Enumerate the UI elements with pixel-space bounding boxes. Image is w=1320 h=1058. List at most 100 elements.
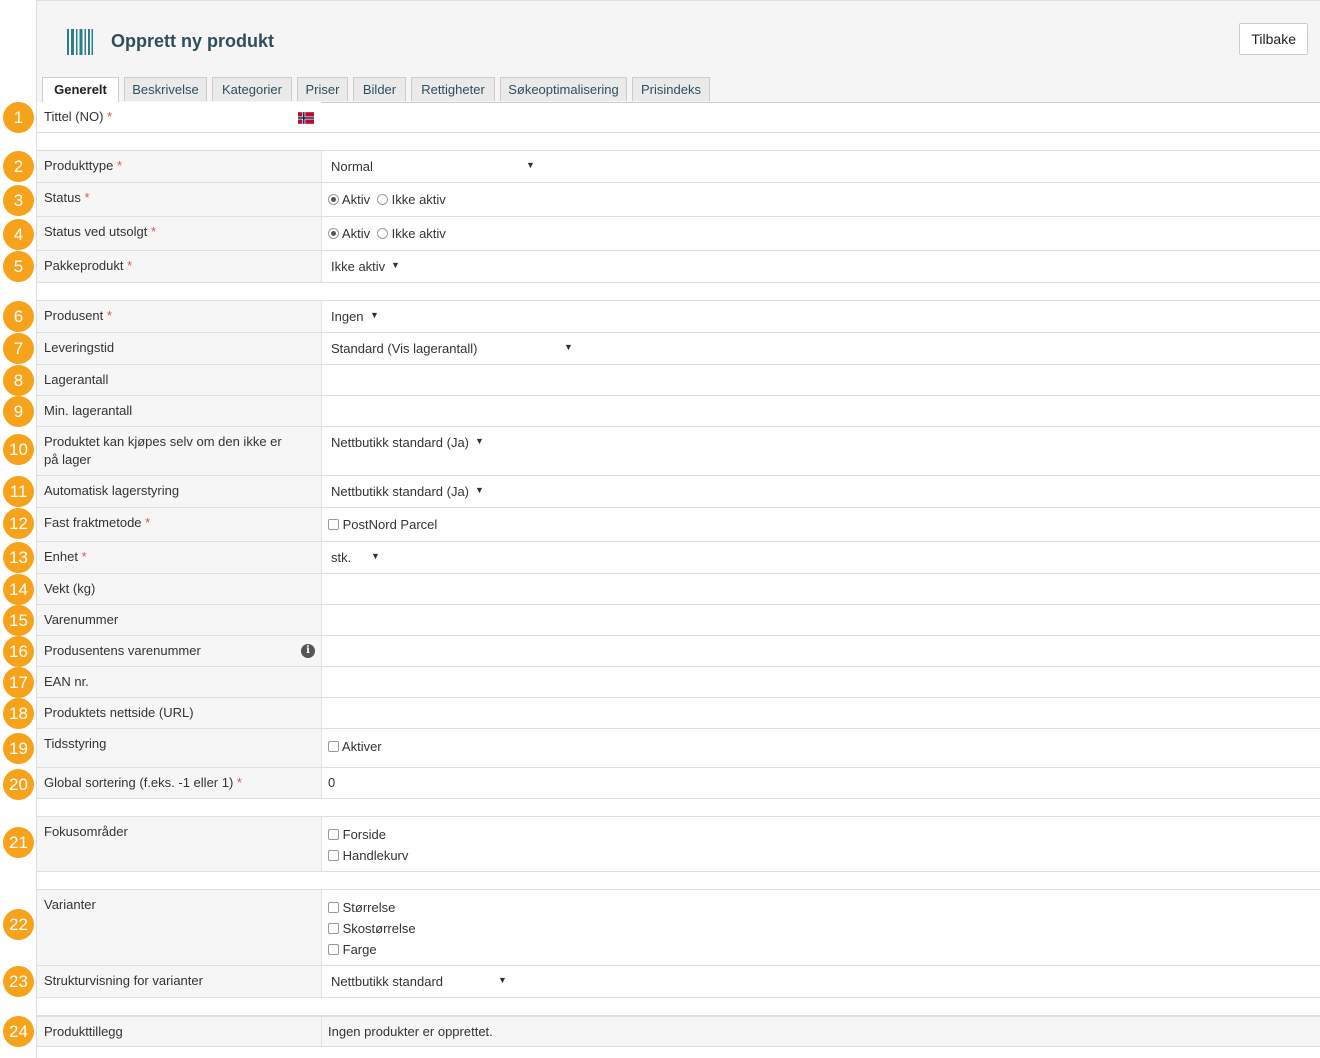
row-fokus: Fokusområder Forside Handlekurv [37, 817, 1320, 872]
row-strukturvisning: Strukturvisning for varianter Nettbutikk… [37, 966, 1320, 998]
pakkeprodukt-select[interactable]: Ikke aktiv ▼ [328, 251, 1320, 282]
leveringstid-value: Standard (Vis lagerantall) [331, 341, 478, 356]
handlekurv-checkbox[interactable]: Handlekurv [328, 848, 408, 863]
norway-flag-icon [298, 112, 314, 124]
tab-beskrivelse[interactable]: Beskrivelse [124, 77, 207, 101]
tab-sokeoptimalisering[interactable]: Søkeoptimalisering [500, 77, 627, 101]
row-tidsstyring: Tidsstyring Aktiver [37, 729, 1320, 768]
sortering-input[interactable]: 0 [328, 768, 1320, 798]
vekt-label: Vekt (kg) [44, 581, 96, 596]
tab-kategorier[interactable]: Kategorier [212, 77, 292, 101]
step-badge: 21 [3, 827, 34, 858]
skostorrelse-checkbox[interactable]: Skostørrelse [328, 921, 416, 936]
section-gap [37, 872, 1320, 890]
leveringstid-label: Leveringstid [44, 340, 115, 355]
strukturvisning-label: Strukturvisning for varianter [44, 973, 203, 988]
fraktmetode-label: Fast fraktmetode [44, 515, 142, 530]
row-vekt: Vekt (kg) [37, 574, 1320, 605]
product-form-page: Opprett ny produkt Tilbake Generelt Besk… [36, 0, 1320, 1058]
tab-generelt[interactable]: Generelt [42, 77, 119, 103]
step-badge: 5 [3, 251, 34, 282]
row-lagerantall: Lagerantall [37, 365, 1320, 396]
lagerantall-input[interactable] [328, 365, 1320, 395]
step-badge: 24 [3, 1016, 34, 1047]
step-badge: 12 [3, 508, 34, 539]
step-badge: 22 [3, 909, 34, 940]
barcode-icon [67, 29, 93, 55]
tab-bar: Generelt Beskrivelse Kategorier Priser B… [37, 75, 1320, 103]
tidsstyring-label: Tidsstyring [44, 736, 107, 751]
enhet-label: Enhet [44, 549, 78, 564]
produkttype-label: Produkttype [44, 158, 114, 173]
prod-varenummer-input[interactable] [328, 636, 1320, 666]
prod-varenummer-label: Produsentens varenummer [44, 643, 201, 658]
produsent-select[interactable]: Ingen ▼ [328, 301, 1320, 332]
status-aktiv-radio[interactable]: Aktiv [328, 192, 370, 207]
back-button[interactable]: Tilbake [1239, 23, 1308, 55]
utsolgt-ikke-aktiv-radio[interactable]: Ikke aktiv [377, 226, 446, 241]
produsent-label: Produsent [44, 308, 104, 323]
postnord-checkbox[interactable]: PostNord Parcel [328, 517, 437, 532]
step-badge: 3 [3, 185, 34, 216]
enhet-select[interactable]: stk. ▼ [328, 542, 1320, 573]
step-badge: 16 [3, 636, 34, 667]
leveringstid-select[interactable]: Standard (Vis lagerantall) ▼ [328, 333, 1320, 364]
row-varianter: Varianter Størrelse Skostørrelse Farge [37, 890, 1320, 966]
lagerantall-label: Lagerantall [44, 372, 109, 387]
row-auto-lager: Automatisk lagerstyring Nettbutikk stand… [37, 476, 1320, 508]
vekt-input[interactable] [328, 574, 1320, 604]
step-badge: 14 [3, 574, 34, 605]
forside-checkbox[interactable]: Forside [328, 827, 386, 842]
tab-bilder[interactable]: Bilder [353, 77, 406, 101]
tab-prisindeks[interactable]: Prisindeks [632, 77, 710, 101]
utsolgt-aktiv-radio[interactable]: Aktiv [328, 226, 370, 241]
ean-input[interactable] [328, 667, 1320, 697]
status-label: Status [44, 190, 81, 205]
tab-rettigheter[interactable]: Rettigheter [411, 77, 495, 101]
row-leveringstid: Leveringstid Standard (Vis lagerantall) … [37, 333, 1320, 365]
row-produkttype: Produkttype * Normal ▼ [37, 151, 1320, 183]
row-produsent: Produsent * Ingen ▼ [37, 301, 1320, 333]
tittel-label: Tittel (NO) [44, 109, 104, 124]
produsent-value: Ingen [331, 309, 364, 324]
kjopes-uten-lager-select[interactable]: Nettbutikk standard (Ja) ▼ [328, 427, 1320, 475]
varenummer-input[interactable] [328, 605, 1320, 635]
tab-priser[interactable]: Priser [297, 77, 348, 101]
varianter-label: Varianter [44, 897, 96, 912]
info-icon[interactable]: i [301, 644, 315, 658]
status-ikke-aktiv-radio[interactable]: Ikke aktiv [377, 192, 446, 207]
fokus-label: Fokusområder [44, 824, 128, 839]
section-gap [37, 283, 1320, 301]
section-gap [37, 998, 1320, 1016]
strukturvisning-select[interactable]: Nettbutikk standard ▼ [328, 966, 1320, 997]
dropdown-arrow-icon: ▼ [475, 485, 484, 495]
status-utsolgt-label: Status ved utsolgt [44, 224, 148, 239]
row-min-lagerantall: Min. lagerantall [37, 396, 1320, 427]
varenummer-label: Varenummer [44, 612, 119, 627]
produkttype-select[interactable]: Normal ▼ [328, 151, 1320, 182]
step-badge: 2 [3, 151, 34, 182]
tittel-input[interactable] [322, 102, 1320, 132]
min-lagerantall-input[interactable] [328, 396, 1320, 426]
step-badge: 1 [3, 102, 34, 133]
auto-lager-label: Automatisk lagerstyring [44, 483, 180, 498]
row-varenummer: Varenummer [37, 605, 1320, 636]
step-badge: 23 [3, 966, 34, 997]
auto-lager-select[interactable]: Nettbutikk standard (Ja) ▼ [328, 476, 1320, 507]
strukturvisning-value: Nettbutikk standard [331, 974, 444, 989]
enhet-value: stk. [331, 550, 352, 565]
row-produkttillegg: Produkttillegg Ingen produkter er oppret… [37, 1016, 1320, 1047]
step-badge: 10 [3, 434, 34, 465]
step-badge: 6 [3, 301, 34, 332]
row-enhet: Enhet * stk. ▼ [37, 542, 1320, 574]
step-badge: 9 [3, 396, 34, 427]
storrelse-checkbox[interactable]: Størrelse [328, 900, 395, 915]
nettside-input[interactable] [328, 698, 1320, 728]
farge-checkbox[interactable]: Farge [328, 942, 377, 957]
pakkeprodukt-value: Ikke aktiv [331, 259, 386, 274]
tidsstyring-checkbox[interactable]: Aktiver [328, 739, 382, 754]
ean-label: EAN nr. [44, 674, 89, 689]
step-badge: 18 [3, 698, 34, 729]
step-badge: 15 [3, 605, 34, 636]
step-badge: 19 [3, 733, 34, 764]
